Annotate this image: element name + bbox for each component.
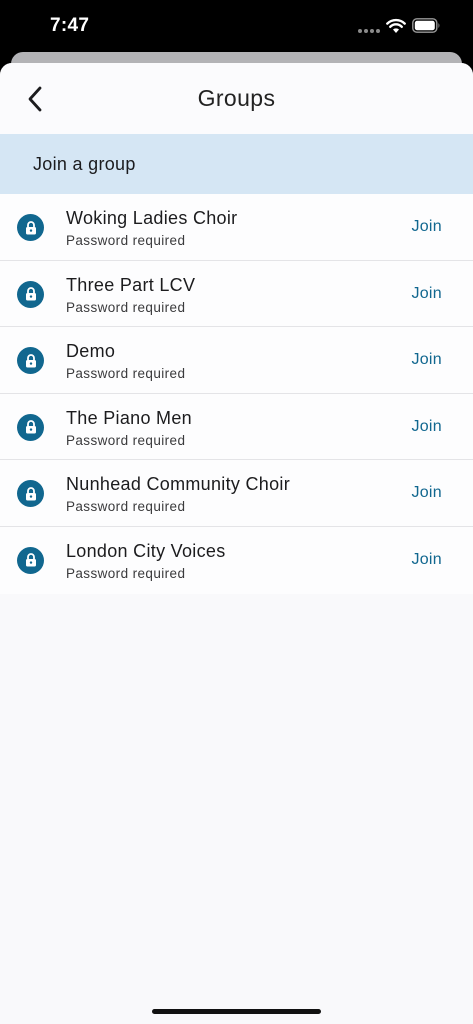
lock-icon [17,480,44,508]
list-item[interactable]: London City Voices Password required Joi… [0,526,473,594]
group-status: Password required [66,432,186,448]
group-name: Three Part LCV [66,274,196,295]
battery-icon [412,18,440,33]
group-status: Password required [66,565,186,581]
page-title: Groups [197,85,276,111]
lock-icon [17,546,44,574]
lock-icon [17,280,44,308]
group-status: Password required [66,299,186,315]
join-button[interactable]: Join [411,551,442,569]
group-status: Password required [66,366,186,382]
status-time: 7:47 [50,15,90,36]
join-button[interactable]: Join [411,285,442,303]
list-item[interactable]: Demo Password required Join [0,327,473,394]
lock-icon [17,347,44,375]
lock-icon [17,214,44,241]
status-bar: 7:47 [0,0,473,52]
cellular-signal-icon [358,29,380,33]
group-name: Nunhead Community Choir [66,474,290,495]
group-name: Demo [66,341,116,362]
group-name: The Piano Men [66,407,192,428]
group-name: London City Voices [66,540,226,561]
section-header: Join a group [0,134,473,194]
section-title: Join a group [33,153,136,174]
group-name: Woking Ladies Choir [66,208,238,228]
wifi-icon [386,18,406,33]
app-screen: 7:47 Groups Join a group Woking Ladies C… [0,0,473,1024]
group-status: Password required [66,499,186,515]
join-button[interactable]: Join [411,484,442,502]
list-item[interactable]: Three Part LCV Password required Join [0,260,473,328]
list-item[interactable]: The Piano Men Password required Join [0,393,473,461]
join-button[interactable]: Join [411,351,442,369]
join-button[interactable]: Join [411,418,442,436]
list-item[interactable]: Nunhead Community Choir Password require… [0,460,473,527]
navigation-bar: Groups [0,63,473,134]
home-indicator[interactable] [152,1009,321,1014]
groups-sheet: Groups Join a group Woking Ladies Choir … [0,63,473,1024]
group-status: Password required [66,233,186,248]
join-button[interactable]: Join [411,218,442,236]
groups-list: Woking Ladies Choir Password required Jo… [0,194,473,594]
lock-icon [17,413,44,441]
list-item[interactable]: Woking Ladies Choir Password required Jo… [0,194,473,261]
